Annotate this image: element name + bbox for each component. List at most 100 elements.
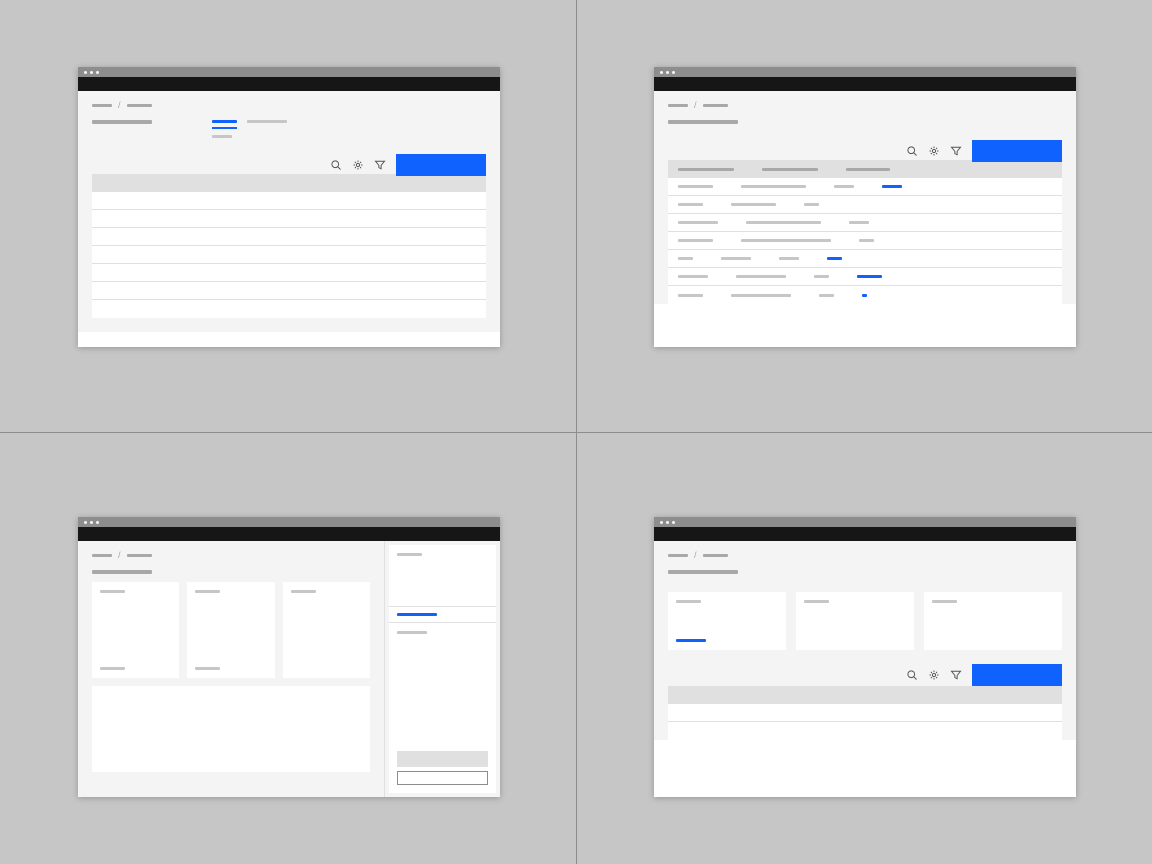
table-body bbox=[668, 178, 1062, 304]
card-footer bbox=[100, 667, 125, 670]
window-cards-table: / bbox=[654, 517, 1076, 797]
cell bbox=[736, 275, 786, 278]
table-row[interactable] bbox=[668, 214, 1062, 232]
row-link[interactable] bbox=[882, 185, 902, 188]
breadcrumb-item[interactable] bbox=[703, 554, 728, 557]
side-block bbox=[397, 751, 488, 767]
breadcrumb-item[interactable] bbox=[127, 104, 152, 107]
table-row[interactable] bbox=[668, 250, 1062, 268]
subtitle bbox=[212, 135, 232, 138]
settings-icon[interactable] bbox=[928, 669, 940, 681]
primary-button[interactable] bbox=[396, 154, 486, 176]
summary-card[interactable] bbox=[92, 582, 179, 678]
row-link[interactable] bbox=[857, 275, 882, 278]
tab-active[interactable] bbox=[212, 120, 237, 129]
window-empty-table: / bbox=[78, 67, 500, 347]
tab[interactable] bbox=[247, 120, 287, 129]
breadcrumb-separator: / bbox=[118, 551, 121, 560]
cell bbox=[849, 221, 869, 224]
cell bbox=[741, 239, 831, 242]
side-label bbox=[397, 553, 422, 556]
primary-button[interactable] bbox=[972, 140, 1062, 162]
column-header[interactable] bbox=[846, 168, 890, 171]
cell bbox=[741, 185, 806, 188]
page-title bbox=[92, 570, 152, 574]
breadcrumb[interactable]: / bbox=[668, 551, 1062, 560]
page-title bbox=[668, 570, 738, 574]
table-row[interactable] bbox=[668, 286, 1062, 304]
table-row[interactable] bbox=[668, 178, 1062, 196]
row-link[interactable] bbox=[862, 294, 867, 297]
side-link[interactable] bbox=[397, 613, 437, 616]
cell bbox=[859, 239, 874, 242]
cell bbox=[678, 294, 703, 297]
settings-icon[interactable] bbox=[928, 145, 940, 157]
table-row bbox=[92, 192, 486, 210]
page-title bbox=[668, 120, 738, 124]
table-row bbox=[92, 246, 486, 264]
cell bbox=[678, 203, 703, 206]
breadcrumb-item[interactable] bbox=[127, 554, 152, 557]
side-label bbox=[397, 631, 427, 634]
summary-card[interactable] bbox=[924, 592, 1062, 650]
search-icon[interactable] bbox=[906, 145, 918, 157]
column-header[interactable] bbox=[678, 168, 734, 171]
page-title bbox=[92, 120, 152, 124]
breadcrumb[interactable]: / bbox=[92, 101, 486, 110]
summary-card[interactable] bbox=[283, 582, 370, 678]
table-row[interactable] bbox=[668, 232, 1062, 250]
table-row[interactable] bbox=[668, 196, 1062, 214]
table-row[interactable] bbox=[668, 268, 1062, 286]
titlebar bbox=[78, 517, 500, 527]
side-input[interactable] bbox=[397, 771, 488, 785]
cell bbox=[721, 257, 751, 260]
filter-icon[interactable] bbox=[950, 145, 962, 157]
table-header bbox=[668, 686, 1062, 704]
table-row bbox=[92, 264, 486, 282]
card-label bbox=[804, 600, 829, 603]
row-link[interactable] bbox=[827, 257, 842, 260]
cell bbox=[678, 275, 708, 278]
titlebar bbox=[78, 67, 500, 77]
table-header bbox=[668, 160, 1062, 178]
card-label bbox=[195, 590, 220, 593]
summary-card[interactable] bbox=[187, 582, 274, 678]
cell bbox=[834, 185, 854, 188]
search-icon[interactable] bbox=[330, 159, 342, 171]
settings-icon[interactable] bbox=[352, 159, 364, 171]
cell bbox=[804, 203, 819, 206]
breadcrumb[interactable]: / bbox=[668, 101, 1062, 110]
table-row bbox=[92, 282, 486, 300]
card-footer bbox=[195, 667, 220, 670]
table-row bbox=[92, 300, 486, 318]
filter-icon[interactable] bbox=[950, 669, 962, 681]
menubar bbox=[78, 527, 500, 541]
breadcrumb-separator: / bbox=[118, 101, 121, 110]
primary-button[interactable] bbox=[972, 664, 1062, 686]
table-row bbox=[92, 210, 486, 228]
breadcrumb-item[interactable] bbox=[92, 554, 112, 557]
breadcrumb-item[interactable] bbox=[92, 104, 112, 107]
cell bbox=[678, 257, 693, 260]
window-detail-side: / bbox=[78, 517, 500, 797]
cell bbox=[731, 294, 791, 297]
menubar bbox=[654, 77, 1076, 91]
breadcrumb[interactable]: / bbox=[92, 551, 370, 560]
breadcrumb-item[interactable] bbox=[703, 104, 728, 107]
column-header[interactable] bbox=[762, 168, 818, 171]
table-row bbox=[668, 704, 1062, 722]
cell bbox=[819, 294, 834, 297]
cell bbox=[678, 185, 713, 188]
breadcrumb-item[interactable] bbox=[668, 554, 688, 557]
summary-card[interactable] bbox=[668, 592, 786, 650]
breadcrumb-separator: / bbox=[694, 101, 697, 110]
cell bbox=[731, 203, 776, 206]
summary-card[interactable] bbox=[796, 592, 914, 650]
cell bbox=[678, 221, 718, 224]
filter-icon[interactable] bbox=[374, 159, 386, 171]
cell bbox=[779, 257, 799, 260]
table-row bbox=[92, 228, 486, 246]
breadcrumb-item[interactable] bbox=[668, 104, 688, 107]
search-icon[interactable] bbox=[906, 669, 918, 681]
card-link[interactable] bbox=[676, 639, 706, 642]
